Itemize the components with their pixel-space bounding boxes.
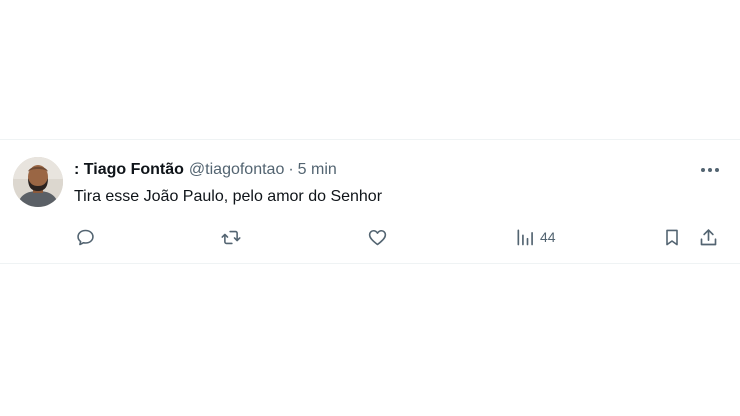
avatar[interactable] [13,157,63,207]
share-button[interactable] [698,226,719,248]
tweet-header: : Tiago Fontão @tiagofontao · 5 min [74,160,337,180]
tweet-text: Tira esse João Paulo, pelo amor do Senho… [74,188,383,205]
bookmark-button[interactable] [662,226,682,248]
separator-dot: · [288,161,294,178]
avatar-image [13,157,63,207]
author-name[interactable]: : Tiago Fontão [74,161,184,179]
timestamp[interactable]: 5 min [298,161,337,179]
tweet-card[interactable]: : Tiago Fontão @tiagofontao · 5 min Tira… [0,139,740,264]
retweet-icon [221,230,241,244]
retweet-button[interactable] [219,226,243,248]
more-horizontal-icon[interactable] [700,162,720,178]
reply-button[interactable] [75,226,96,248]
views-button[interactable]: 44 [515,226,556,248]
like-button[interactable] [367,226,388,248]
share-upload-icon [700,228,717,245]
bookmark-icon [666,229,678,245]
reply-bubble-icon [77,229,94,245]
heart-icon [368,229,387,245]
views-count: 44 [540,229,556,245]
bar-chart-icon [517,229,533,246]
author-handle[interactable]: @tiagofontao [189,161,284,179]
